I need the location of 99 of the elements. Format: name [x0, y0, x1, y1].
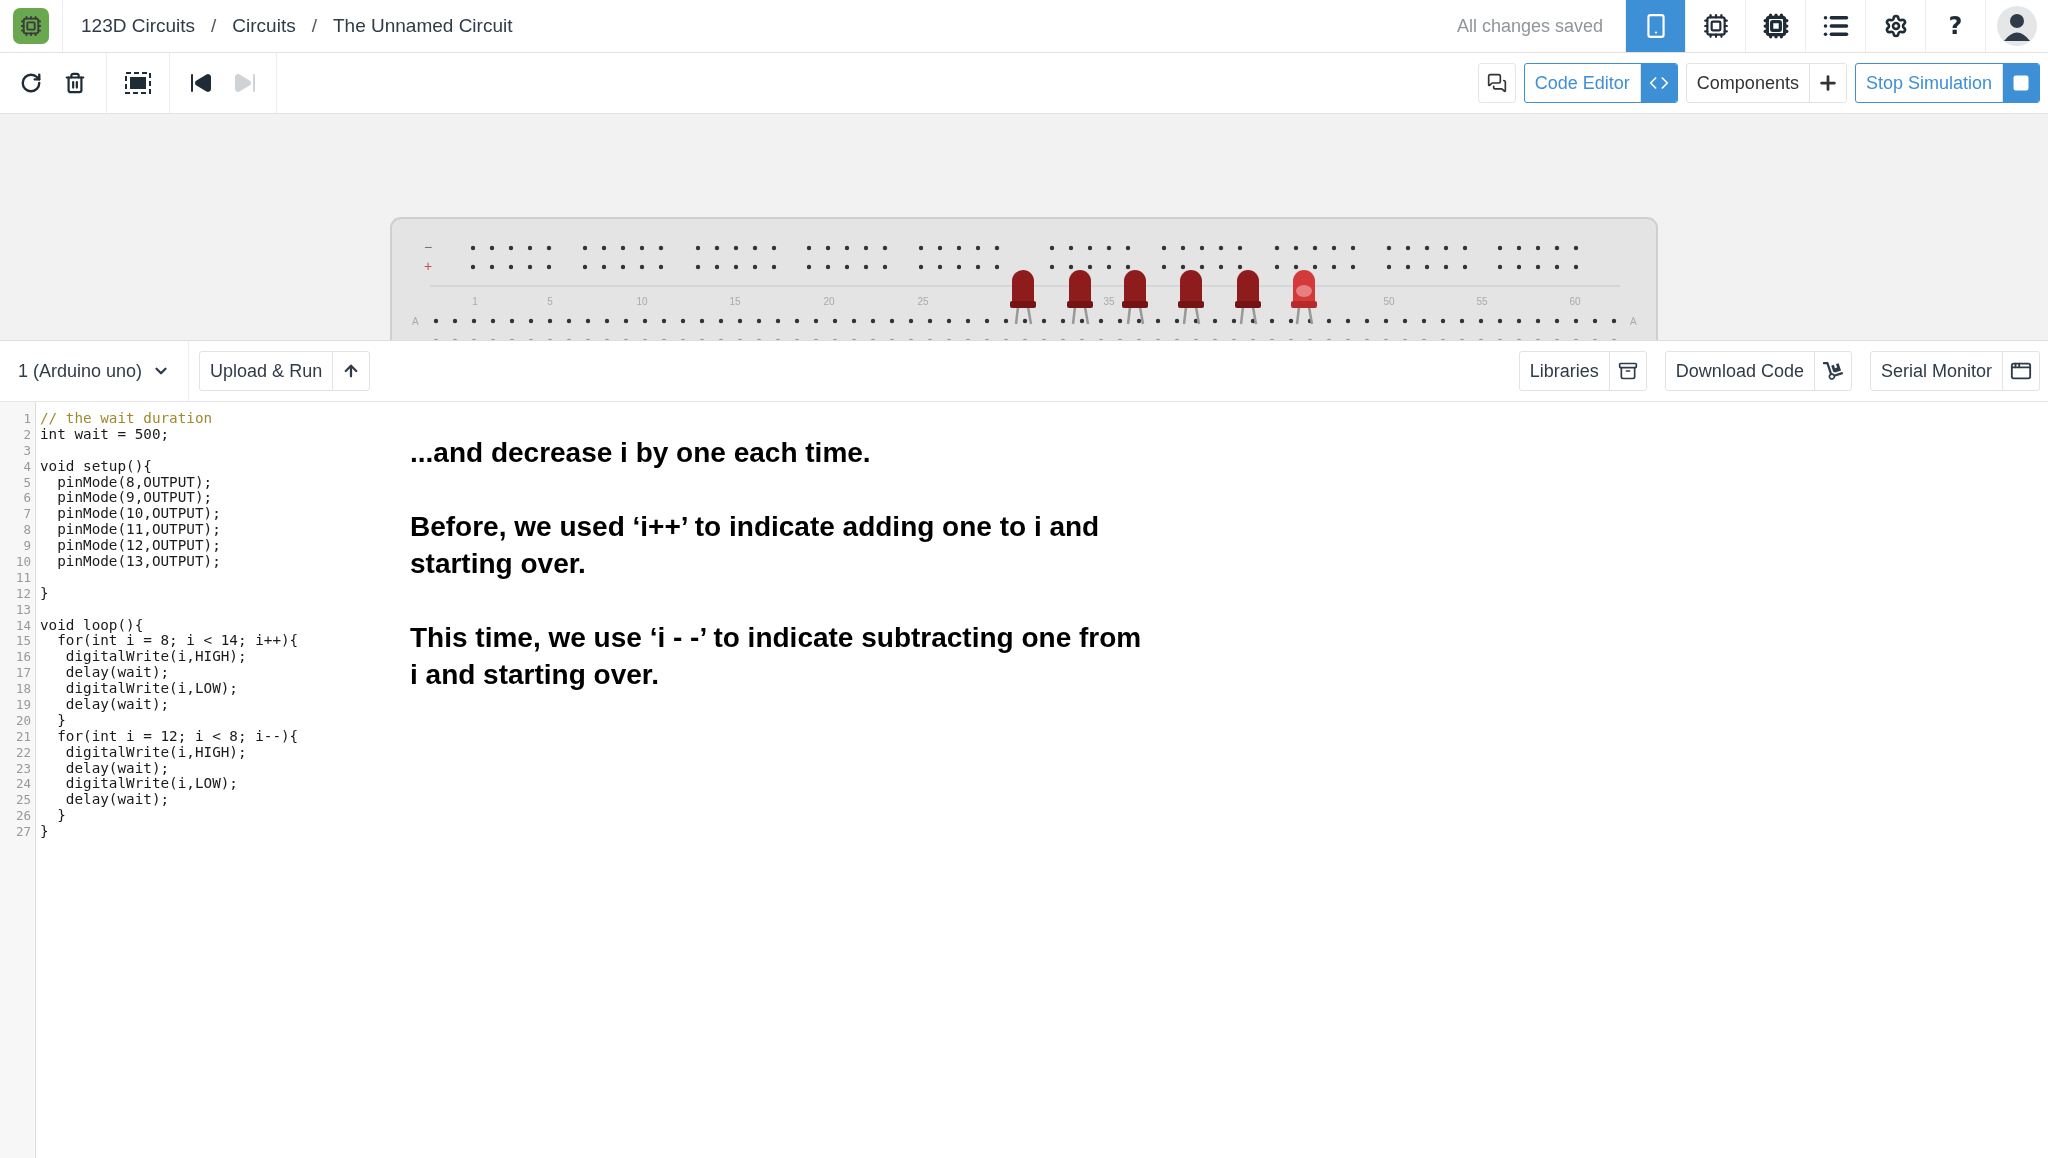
code-line: int wait = 500; [40, 426, 171, 443]
code-line: for(int i = 8; i < 14; i++){ [56, 633, 300, 650]
line-number: 12 [14, 585, 32, 602]
code-line: } [56, 808, 67, 825]
line-number: 10 [14, 554, 32, 570]
line-number: 5 [22, 474, 32, 491]
code-line: } [40, 824, 50, 841]
line-number: 8 [22, 522, 32, 539]
code-line: digitalWrite(i,LOW); [64, 681, 239, 698]
line-number: 7 [22, 506, 32, 523]
code-line: } [56, 712, 66, 729]
column-number: 35 [1103, 296, 1115, 307]
led[interactable] [1122, 270, 1148, 325]
comments-button[interactable] [1477, 63, 1516, 103]
line-number: 14 [14, 617, 32, 634]
code-line: for(int i = 12; i < 8; i--){ [56, 728, 300, 745]
skip-back-icon [189, 71, 213, 95]
led[interactable] [1067, 270, 1093, 325]
code-line: pinMode(10,OUTPUT); [56, 506, 222, 523]
annotation-text: Before, we used ‘i++’ to indicate adding one to i and starting over. [410, 510, 1100, 581]
action-button[interactable]: Stop Simulation [1854, 63, 2040, 103]
line-number: 2 [22, 426, 32, 443]
settings-icon [1883, 14, 1908, 38]
window-icon [2010, 360, 2032, 382]
line-number: 16 [14, 649, 32, 666]
code-line: digitalWrite(i,LOW); [64, 776, 239, 793]
annotation-text: This time, we use ‘i - -’ to indicate subtracting one from i and starting over. [410, 621, 1142, 692]
save-status: All changes saved [1456, 15, 1603, 37]
chip-icon [1762, 13, 1789, 39]
breadcrumb-link[interactable]: Circuits [232, 15, 296, 37]
annotation-text: ...and decrease i by one each time. [410, 436, 871, 470]
line-number: 18 [14, 681, 32, 698]
row-label: A [1630, 316, 1637, 327]
editor-button[interactable]: Download Code [1664, 351, 1852, 391]
column-number: 15 [729, 296, 741, 307]
tool-button[interactable] [125, 70, 151, 96]
line-number: 21 [14, 728, 32, 745]
column-number: 25 [917, 296, 929, 307]
code-line: delay(wait); [64, 760, 170, 777]
code-line: pinMode(8,OUTPUT); [56, 474, 214, 491]
editor-button[interactable]: Serial Monitor [1869, 351, 2040, 391]
line-number: 27 [14, 824, 32, 841]
editor-button[interactable]: Libraries [1518, 351, 1647, 391]
led[interactable] [1235, 270, 1261, 325]
avatar-icon[interactable] [1997, 6, 2037, 46]
line-number: 17 [14, 665, 32, 682]
code-line: delay(wait); [65, 792, 171, 809]
code-line: void loop(){ [40, 617, 145, 634]
line-number: 15 [14, 633, 32, 650]
led[interactable] [1291, 270, 1317, 325]
column-number: 10 [636, 296, 648, 307]
code-line: void setup(){ [40, 458, 153, 475]
column-number: 60 [1569, 296, 1581, 307]
line-number: 6 [22, 490, 32, 507]
skip-forward-icon [233, 71, 257, 95]
chip-icon [1702, 13, 1729, 39]
stop-icon [2012, 74, 2030, 92]
archive-icon [1617, 361, 1638, 381]
line-number: 3 [22, 442, 32, 459]
row-label: A [412, 316, 419, 327]
code-line: pinMode(11,OUTPUT); [56, 522, 222, 539]
line-number: 13 [14, 601, 32, 618]
breadcrumb-link[interactable]: 123D Circuits [81, 15, 196, 37]
trash-icon [64, 72, 86, 94]
code-line: } [40, 585, 50, 602]
line-number: 26 [14, 808, 32, 825]
code-line: digitalWrite(i,HIGH); [64, 649, 248, 666]
column-number: 20 [823, 296, 835, 307]
breadcrumb-link[interactable]: The Unnamed Circuit [332, 15, 513, 37]
breadcrumb-separator: / [311, 15, 317, 37]
led[interactable] [1010, 270, 1036, 325]
line-number: 9 [22, 538, 32, 554]
code-line: // the wait duration [40, 411, 214, 427]
line-number: 19 [14, 697, 32, 713]
code-line: delay(wait); [64, 665, 171, 682]
rail-sign: − [423, 239, 433, 255]
breadcrumb-separator: / [211, 15, 217, 37]
code-line: digitalWrite(i,HIGH); [64, 744, 248, 761]
code-line: pinMode(9,OUTPUT); [56, 490, 214, 507]
line-number: 4 [22, 458, 32, 475]
line-number: 22 [14, 744, 32, 761]
line-number: 11 [14, 569, 32, 586]
line-number: 25 [14, 792, 32, 809]
line-number: 23 [14, 760, 32, 777]
led[interactable] [1178, 270, 1204, 325]
code-line: pinMode(13,OUTPUT); [56, 554, 222, 570]
action-button[interactable]: Components [1685, 63, 1847, 103]
hand-truck-icon [1822, 361, 1843, 381]
speech-bubbles-icon [1486, 73, 1507, 93]
app-logo[interactable] [13, 8, 49, 44]
upload-button[interactable]: Upload & Run [199, 351, 371, 391]
rail-sign: + [423, 258, 433, 274]
frame-icon [125, 72, 151, 94]
line-number: 24 [14, 776, 32, 793]
rotate-icon [20, 72, 42, 94]
code-line: pinMode(12,OUTPUT); [56, 538, 222, 554]
line-number: 1 [22, 411, 32, 427]
code-line: delay(wait); [65, 697, 171, 713]
line-number: 20 [14, 712, 32, 729]
